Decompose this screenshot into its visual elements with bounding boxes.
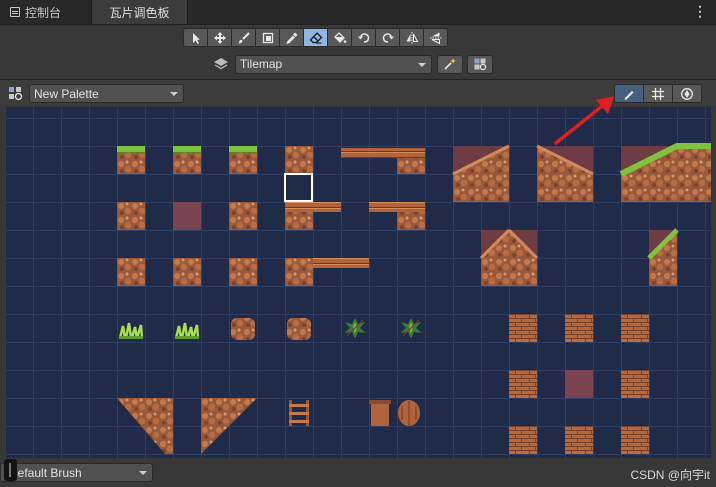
palette-icon: [9, 87, 23, 101]
chevron-down-icon: [170, 92, 178, 96]
flip-vertical-icon: [429, 32, 442, 44]
tab-bar: 控制台 瓦片调色板 ⋮: [0, 0, 716, 25]
select-tool-button[interactable]: [183, 28, 208, 47]
active-tilemap-value: Tilemap: [240, 57, 283, 71]
erase-tool-button[interactable]: [303, 28, 328, 47]
flip-y-tool-button[interactable]: [423, 28, 448, 47]
brush-value: Default Brush: [9, 465, 82, 480]
pencil-icon: [624, 90, 634, 100]
gizmos-toggle-button[interactable]: [672, 84, 702, 103]
active-tilemap-dropdown[interactable]: Tilemap: [235, 54, 432, 74]
tile-palette-settings-button[interactable]: [467, 54, 493, 74]
pick-tool-button[interactable]: [279, 28, 304, 47]
paintbrush-icon: [238, 31, 250, 43]
layers-icon: [214, 58, 228, 70]
tab-tile-palette-label: 瓦片调色板: [109, 5, 170, 20]
rotate-left-icon: [357, 32, 369, 43]
annotation-arrow: [554, 96, 614, 145]
grid-icon: [652, 87, 664, 100]
paint-bucket-icon: [333, 31, 346, 43]
tab-tile-palette[interactable]: 瓦片调色板: [91, 0, 188, 24]
arrow-pointer-icon: [192, 32, 200, 44]
resize-handle[interactable]: [4, 459, 17, 481]
box-fill-tool-button[interactable]: [255, 28, 280, 47]
watermark: CSDN @向宇it: [630, 468, 710, 482]
palette-edit-controls: [614, 84, 702, 103]
move-arrows-icon: [213, 31, 226, 44]
tile-selection[interactable]: [284, 173, 313, 202]
tool-strip: [183, 28, 448, 48]
chevron-down-icon: [139, 471, 147, 475]
chevron-down-icon: [418, 62, 426, 67]
grid-toggle-button[interactable]: [643, 84, 673, 103]
flood-fill-tool-button[interactable]: [327, 28, 352, 47]
gizmo-icon: [681, 87, 693, 100]
eyedropper-icon: [285, 32, 297, 44]
tab-console-label: 控制台: [25, 5, 62, 20]
rotate-cw-tool-button[interactable]: [375, 28, 400, 47]
tab-console[interactable]: 控制台: [0, 0, 90, 24]
paint-tool-button[interactable]: [231, 28, 256, 47]
active-target-row: Tilemap: [212, 53, 493, 75]
move-tool-button[interactable]: [207, 28, 232, 47]
tile-palette-canvas[interactable]: [5, 107, 711, 458]
focus-tilemap-button[interactable]: [437, 54, 463, 74]
box-fill-icon: [262, 32, 273, 43]
flip-x-tool-button[interactable]: [399, 28, 424, 47]
tile-settings-icon: [474, 58, 487, 71]
palette-value: New Palette: [34, 86, 99, 101]
brush-dropdown[interactable]: Default Brush: [0, 463, 153, 482]
palette-dropdown[interactable]: New Palette: [29, 84, 184, 103]
rotate-ccw-tool-button[interactable]: [351, 28, 376, 47]
rotate-right-icon: [382, 32, 394, 43]
console-icon: [10, 7, 20, 17]
tile-artwork: [117, 143, 711, 454]
kebab-menu-icon[interactable]: ⋮: [693, 4, 707, 18]
eraser-icon: [309, 31, 322, 44]
magic-wand-icon: [444, 58, 456, 70]
flip-horizontal-icon: [406, 31, 418, 44]
